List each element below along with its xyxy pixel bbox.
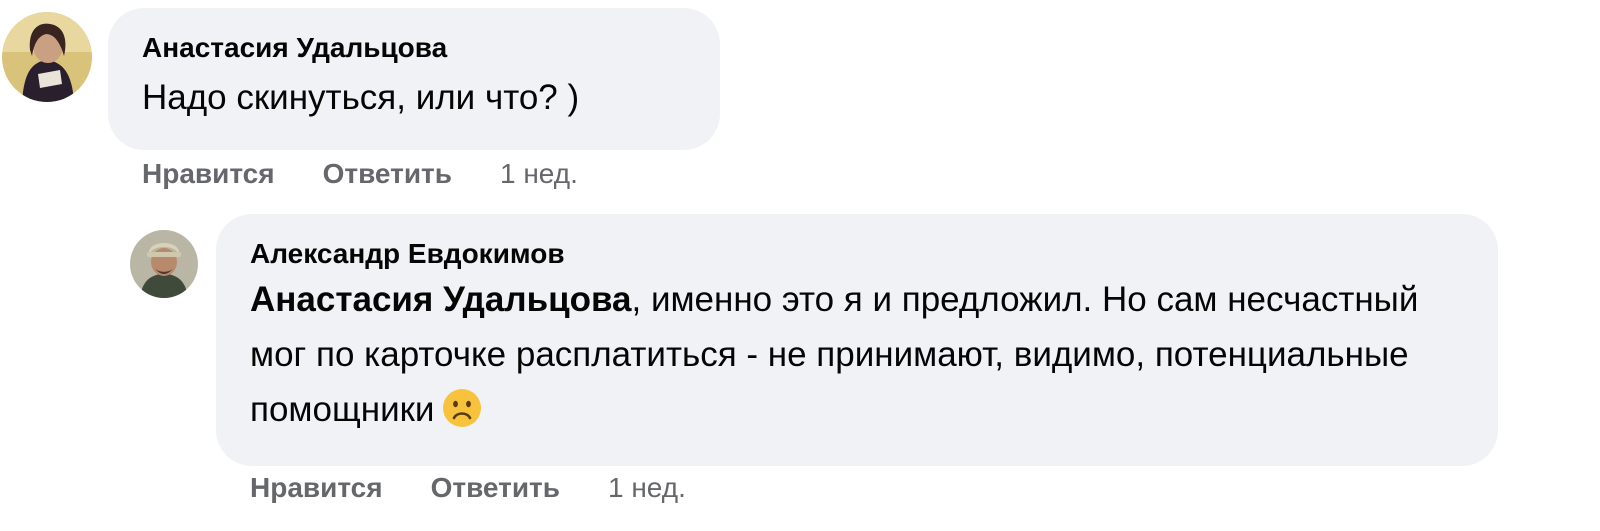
comment-bubble: Александр Евдокимов Анастасия Удальцова,… [216,214,1498,466]
like-button[interactable]: Нравится [142,158,275,190]
comment-text: Анастасия Удальцова, именно это я и пред… [250,272,1458,437]
comment-author[interactable]: Александр Евдокимов [250,238,1458,270]
comment-text: Надо скинуться, или что? ) [142,78,580,117]
comment-author[interactable]: Анастасия Удальцова [142,32,720,64]
comment-actions: Нравится Ответить 1 нед. [142,158,578,190]
comment-actions: Нравится Ответить 1 нед. [250,472,686,504]
sad-face-emoji-icon [441,387,483,429]
avatar-photo-icon [130,230,198,298]
avatar-photo-icon [2,12,92,102]
avatar[interactable] [2,12,92,102]
avatar[interactable] [130,230,198,298]
comment-bubble: Анастасия Удальцова Надо скинуться, или … [108,8,720,150]
comment-thread: Анастасия Удальцова Надо скинуться, или … [0,0,1600,531]
reply-button[interactable]: Ответить [431,472,560,504]
like-button[interactable]: Нравится [250,472,383,504]
comment-timestamp[interactable]: 1 нед. [500,158,578,190]
reply-button[interactable]: Ответить [323,158,452,190]
comment-timestamp[interactable]: 1 нед. [608,472,686,504]
mention-link[interactable]: Анастасия Удальцова [250,280,632,319]
